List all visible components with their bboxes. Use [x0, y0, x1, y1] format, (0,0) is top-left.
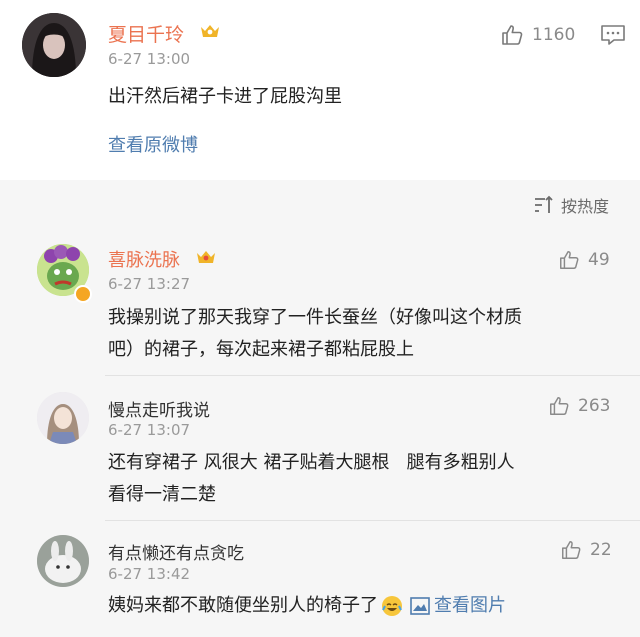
comment-like-count: 22 [590, 540, 612, 560]
vip-crown-icon [195, 248, 217, 266]
comment-text-line: 还有穿裙子 风很大 裙子贴着大腿根 腿有多粗别人 [108, 452, 515, 473]
comment-time: 6-27 13:27 [108, 275, 191, 293]
post-time: 6-27 13:00 [108, 50, 191, 68]
comment-text-line: 姨妈来都不敢随便坐别人的椅子了 [108, 595, 378, 616]
post-author-name[interactable]: 夏目千玲 [108, 20, 184, 47]
comment-like-button[interactable]: 263 [548, 395, 610, 417]
comment-avatar[interactable] [37, 535, 89, 587]
verified-badge-icon [74, 285, 92, 303]
comment-like-button[interactable]: 22 [560, 539, 612, 561]
comment-text-line: 看得一清二楚 [108, 484, 216, 505]
post-like-count: 1160 [532, 25, 576, 45]
comment-author-name[interactable]: 慢点走听我说 [108, 396, 210, 421]
sort-label: 按热度 [561, 197, 610, 216]
comment-text-line: 吧）的裙子，每次起来裙子都粘屁股上 [108, 339, 414, 360]
vip-crown-icon [199, 22, 221, 40]
comment-like-button[interactable]: 49 [558, 249, 610, 271]
sort-icon [535, 195, 553, 213]
view-image-link[interactable]: 查看图片 [410, 590, 506, 622]
original-post: 夏目千玲 6-27 13:00 1160 出汗然后裙子卡进了屁股沟里 查看原微博 [0, 0, 640, 180]
thumbs-up-icon [550, 397, 569, 415]
sort-by-hot-button[interactable]: 按热度 [533, 193, 609, 217]
sort-bar: 按热度 [0, 180, 640, 230]
thumbs-up-icon [562, 541, 581, 559]
comment-text: 我操别说了那天我穿了一件长蚕丝（好像叫这个材质 吧）的裙子，每次起来裙子都粘屁股… [108, 302, 522, 366]
comment-list: 喜脉洗脉 6-27 13:27 49 我操别说了那天我穿了一件长蚕丝（好像叫这个… [0, 230, 640, 637]
image-icon [410, 597, 430, 615]
crying-laughing-emoji-icon [382, 596, 402, 616]
comment-text: 姨妈来都不敢随便坐别人的椅子了 查看图片 [108, 590, 506, 622]
comment-icon[interactable] [600, 24, 626, 50]
comment-author-name[interactable]: 喜脉洗脉 [108, 246, 180, 272]
post-author-avatar[interactable] [22, 13, 86, 77]
post-text: 出汗然后裙子卡进了屁股沟里 [108, 86, 342, 107]
comment-time: 6-27 13:07 [108, 421, 191, 439]
view-original-weibo-link[interactable]: 查看原微博 [108, 131, 198, 157]
view-image-label: 查看图片 [434, 595, 506, 616]
comment-like-count: 263 [578, 396, 611, 416]
comment-avatar[interactable] [37, 392, 89, 444]
comment-text-line: 我操别说了那天我穿了一件长蚕丝（好像叫这个材质 [108, 307, 522, 328]
post-like-button[interactable]: 1160 [500, 23, 575, 47]
comment-divider [105, 375, 640, 376]
comment-author-name[interactable]: 有点懒还有点贪吃 [108, 539, 244, 564]
thumbs-up-icon [502, 25, 523, 45]
thumbs-up-icon [560, 251, 579, 269]
comment-time: 6-27 13:42 [108, 565, 191, 583]
comment-like-count: 49 [588, 250, 610, 270]
comment-divider [105, 520, 640, 521]
comment-text: 还有穿裙子 风很大 裙子贴着大腿根 腿有多粗别人 看得一清二楚 [108, 447, 515, 511]
